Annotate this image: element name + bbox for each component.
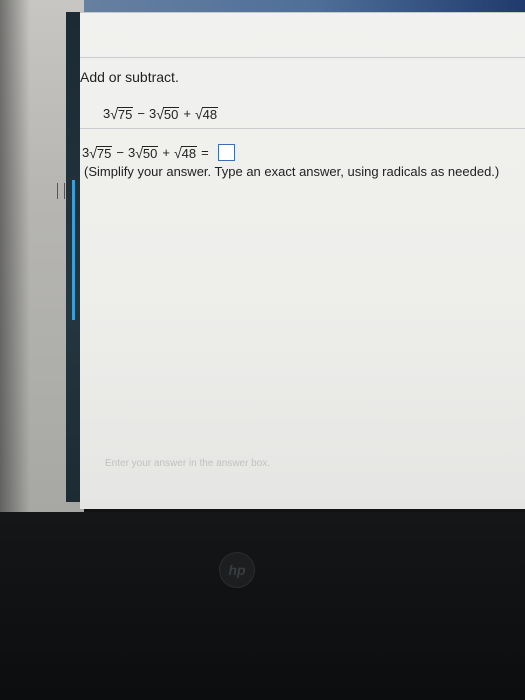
answer-radical-2: √ 50	[135, 144, 159, 161]
left-panel-shadow	[0, 0, 30, 512]
hp-logo: hp	[219, 552, 255, 588]
answer-input[interactable]	[217, 144, 235, 161]
answer-expression: 3 √ 75 − 3 √ 50 + √ 48 =	[82, 144, 235, 161]
radical-2: √ 50	[156, 105, 180, 122]
equals-sign: =	[201, 145, 209, 160]
sidebar-scroll-indicator[interactable]	[72, 180, 75, 320]
answer-radicand-3: 48	[180, 145, 198, 161]
monitor-bezel	[0, 512, 525, 700]
answer-coefficient-2: 3	[127, 145, 136, 160]
divider-middle	[80, 128, 525, 129]
answer-operator-plus: +	[162, 145, 170, 160]
answer-radical-3: √ 48	[173, 144, 198, 161]
divider-top	[80, 57, 525, 58]
question-instruction: Add or subtract.	[80, 69, 179, 85]
answer-coefficient-1: 3	[82, 145, 90, 160]
question-panel: Add or subtract. 3 √ 75 − 3 √ 50 + √ 48 3 √…	[80, 12, 525, 509]
answer-instructions: (Simplify your answer. Type an exact ans…	[84, 164, 500, 179]
coefficient-1: 3	[103, 106, 111, 121]
operator-plus: +	[183, 106, 191, 121]
problem-expression: 3 √ 75 − 3 √ 50 + √ 48	[103, 105, 219, 122]
radicand-3: 48	[201, 106, 219, 122]
answer-operator-minus: −	[116, 145, 124, 160]
operator-minus: −	[137, 106, 145, 121]
radical-3: √ 48	[194, 105, 219, 122]
answer-radical-1: √ 75	[89, 144, 113, 161]
radical-1: √ 75	[110, 105, 134, 122]
coefficient-2: 3	[148, 106, 157, 121]
radicand-1: 75	[116, 106, 134, 122]
answer-radicand-2: 50	[141, 145, 159, 161]
answer-radicand-1: 75	[95, 145, 113, 161]
answer-hint: Enter your answer in the answer box.	[105, 458, 271, 469]
radicand-2: 50	[162, 106, 180, 122]
drag-handle[interactable]	[57, 183, 65, 199]
